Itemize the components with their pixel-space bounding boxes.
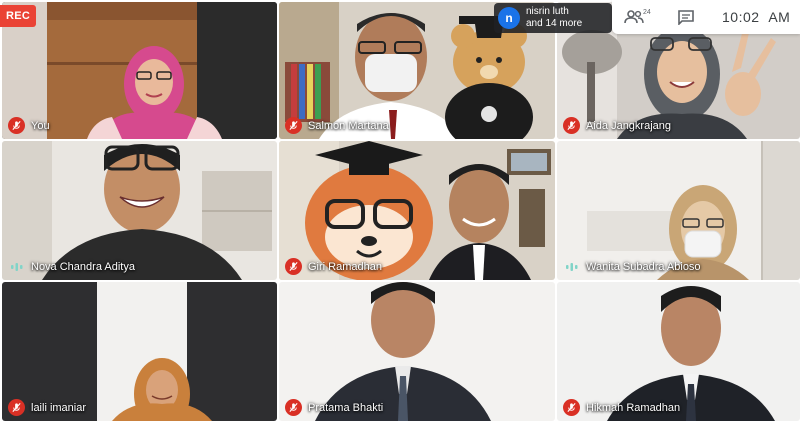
participant-name: Aida Jangkrajang bbox=[586, 119, 672, 132]
participant-name: laili imaniar bbox=[31, 401, 87, 414]
mic-off-icon bbox=[285, 117, 302, 134]
participant-tile-you[interactable]: You bbox=[2, 2, 277, 139]
video-grid: You Salmon Martana Aida Jangkrajang Nova… bbox=[0, 0, 800, 423]
participant-tile-hikmah-ramadhan[interactable]: Hikmah Ramadhan bbox=[557, 282, 800, 421]
name-bar: Wanita Subadra Abioso bbox=[563, 258, 701, 275]
name-bar: Salmon Martana bbox=[285, 117, 389, 134]
participant-name: Giri Ramadhan bbox=[308, 260, 382, 273]
name-bar: Giri Ramadhan bbox=[285, 258, 382, 275]
notification-text: nisrin luth and 14 more bbox=[526, 6, 582, 30]
clock-time: 10:02 bbox=[722, 9, 760, 25]
notification-line-2: and 14 more bbox=[526, 18, 583, 29]
participant-name: You bbox=[31, 119, 50, 132]
participant-tile-pratama-bhakti[interactable]: Pratama Bhakti bbox=[279, 282, 555, 421]
mic-off-icon bbox=[563, 117, 580, 134]
recording-badge: REC bbox=[0, 5, 37, 27]
participant-tile-giri-ramadhan[interactable]: Giri Ramadhan bbox=[279, 141, 555, 280]
participant-tile-wanita-subadra-abioso[interactable]: Wanita Subadra Abioso bbox=[557, 141, 800, 280]
participant-name: Salmon Martana bbox=[308, 119, 389, 132]
mic-off-icon bbox=[8, 399, 25, 416]
participant-name: Wanita Subadra Abioso bbox=[586, 260, 701, 273]
speaking-indicator-icon bbox=[563, 258, 580, 275]
clock: 10:02 AM bbox=[722, 9, 790, 25]
name-bar: Hikmah Ramadhan bbox=[563, 399, 680, 416]
name-bar: Pratama Bhakti bbox=[285, 399, 383, 416]
name-bar: Aida Jangkrajang bbox=[563, 117, 671, 134]
clock-ampm: AM bbox=[768, 9, 791, 25]
name-bar: Nova Chandra Aditya bbox=[8, 258, 135, 275]
notification-line-1: nisrin luth bbox=[526, 6, 569, 17]
speaking-indicator-icon bbox=[8, 258, 25, 275]
name-bar: You bbox=[8, 117, 50, 134]
name-bar: laili imaniar bbox=[8, 399, 86, 416]
participant-name: Nova Chandra Aditya bbox=[31, 260, 135, 273]
participant-name: Hikmah Ramadhan bbox=[586, 401, 681, 414]
mic-off-icon bbox=[8, 117, 25, 134]
participant-tile-nova-chandra-aditya[interactable]: Nova Chandra Aditya bbox=[2, 141, 277, 280]
participants-count: 24 bbox=[643, 9, 651, 16]
participant-name: Pratama Bhakti bbox=[308, 401, 384, 414]
people-icon[interactable] bbox=[624, 8, 644, 26]
chat-icon[interactable] bbox=[676, 8, 696, 26]
mic-off-icon bbox=[563, 399, 580, 416]
mic-off-icon bbox=[285, 258, 302, 275]
avatar: n bbox=[498, 7, 520, 29]
join-notification[interactable]: n nisrin luth and 14 more bbox=[494, 3, 612, 33]
mic-off-icon bbox=[285, 399, 302, 416]
participant-tile-laili-imaniar[interactable]: laili imaniar bbox=[2, 282, 277, 421]
